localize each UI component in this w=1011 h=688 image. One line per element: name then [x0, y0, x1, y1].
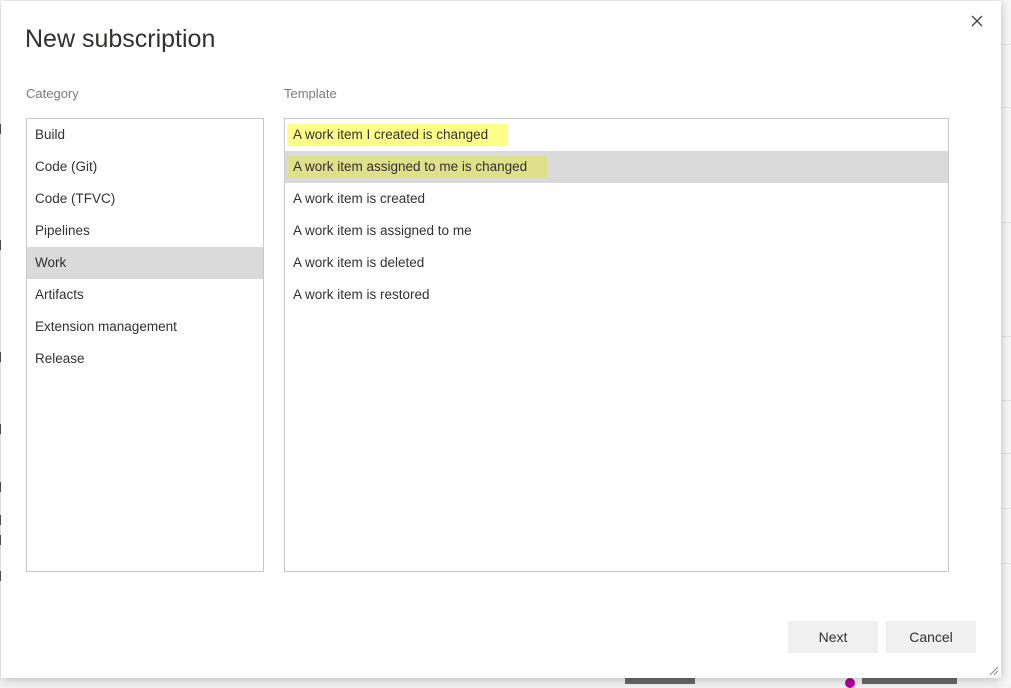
background-divider — [1001, 44, 1011, 45]
category-item-label: Build — [35, 127, 66, 142]
category-item-label: Release — [35, 351, 85, 366]
background-divider — [1001, 222, 1011, 223]
background-divider — [1001, 400, 1011, 401]
category-item-release[interactable]: Release — [27, 343, 263, 375]
category-item-code-tfvc[interactable]: Code (TFVC) — [27, 183, 263, 215]
template-item-label: A work item is restored — [293, 287, 430, 302]
template-item-assigned[interactable]: A work item is assigned to me — [285, 215, 948, 247]
template-item-deleted[interactable]: A work item is deleted — [285, 247, 948, 279]
resize-grip-icon[interactable] — [987, 663, 999, 676]
background-divider — [1001, 107, 1011, 108]
category-item-label: Code (Git) — [35, 159, 98, 174]
template-item-restored[interactable]: A work item is restored — [285, 279, 948, 311]
template-item-created-changed[interactable]: A work item I created is changed — [285, 119, 948, 151]
dialog-title: New subscription — [25, 25, 216, 53]
new-subscription-dialog: New subscription Category Template Build… — [1, 1, 1001, 678]
template-item-label: A work item assigned to me is changed — [287, 156, 548, 178]
template-label: Template — [284, 86, 337, 101]
template-item-label: A work item is assigned to me — [293, 223, 472, 238]
category-item-label: Artifacts — [35, 287, 84, 302]
background-divider — [1001, 563, 1011, 564]
cancel-button[interactable]: Cancel — [886, 621, 976, 653]
next-button[interactable]: Next — [788, 621, 878, 653]
category-item-pipelines[interactable]: Pipelines — [27, 215, 263, 247]
category-label: Category — [26, 86, 79, 101]
template-item-label: A work item is deleted — [293, 255, 425, 270]
template-item-created[interactable]: A work item is created — [285, 183, 948, 215]
background-avatar — [845, 678, 855, 688]
category-item-label: Extension management — [35, 319, 177, 334]
background-divider — [1001, 453, 1011, 454]
category-item-label: Code (TFVC) — [35, 191, 116, 206]
background-divider — [1001, 336, 1011, 337]
background-fragment — [625, 678, 695, 684]
close-icon — [971, 15, 983, 27]
category-item-build[interactable]: Build — [27, 119, 263, 151]
background-fragment — [862, 678, 957, 684]
category-item-artifacts[interactable]: Artifacts — [27, 279, 263, 311]
category-item-code-git[interactable]: Code (Git) — [27, 151, 263, 183]
category-item-label: Work — [35, 255, 67, 270]
template-list[interactable]: A work item I created is changed A work … — [284, 118, 949, 572]
category-item-work[interactable]: Work — [27, 247, 263, 279]
template-item-assigned-changed[interactable]: A work item assigned to me is changed — [285, 151, 948, 183]
close-button[interactable] — [965, 9, 989, 33]
template-item-label: A work item I created is changed — [287, 124, 509, 146]
category-list[interactable]: Build Code (Git) Code (TFVC) Pipelines W… — [26, 118, 264, 572]
background-divider — [1001, 508, 1011, 509]
category-item-label: Pipelines — [35, 223, 90, 238]
category-item-extension-management[interactable]: Extension management — [27, 311, 263, 343]
template-item-label: A work item is created — [293, 191, 426, 206]
